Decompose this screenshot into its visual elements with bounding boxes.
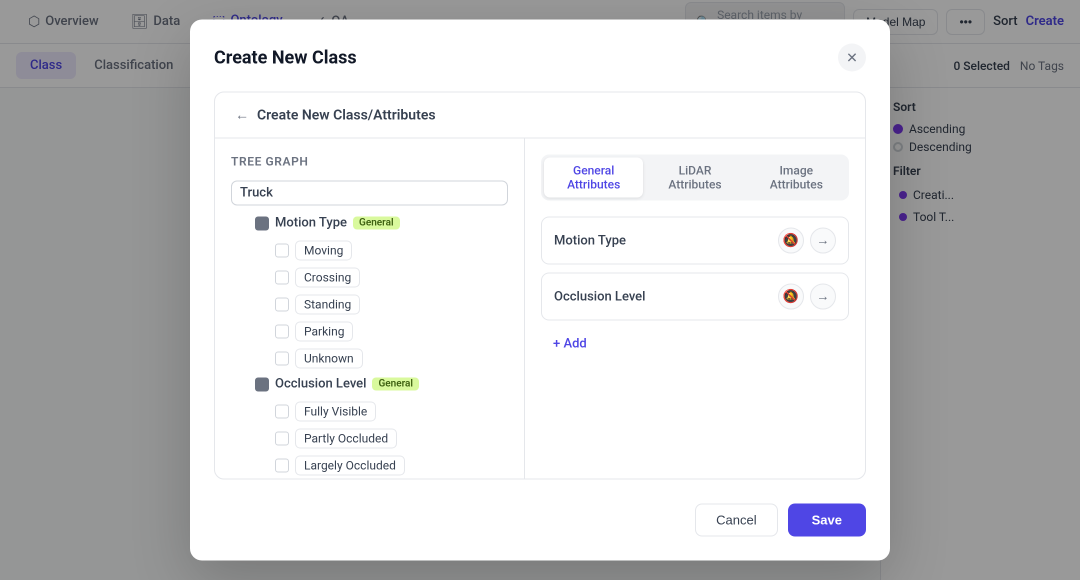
attr-occlusion-actions: 🔕 → <box>778 284 836 310</box>
arrow-right-icon: → <box>817 233 830 249</box>
attr-motion-type-actions: 🔕 → <box>778 228 836 254</box>
close-dialog-button[interactable]: ✕ <box>838 44 866 72</box>
attr-motion-type-arrow-button[interactable]: → <box>810 228 836 254</box>
create-new-class-dialog: Create New Class ✕ ← Create New Class/At… <box>190 20 890 561</box>
tab-image-attributes[interactable]: Image Attributes <box>747 158 846 198</box>
partly-occluded-checkbox[interactable] <box>275 432 289 446</box>
cancel-button[interactable]: Cancel <box>695 504 777 537</box>
tree-group-occlusion: Occlusion Level General Fully Visible Pa… <box>249 373 508 479</box>
attribute-row-occlusion-level: Occlusion Level 🔕 → <box>541 273 849 321</box>
crossing-label: Crossing <box>295 268 360 288</box>
dialog-footer: Cancel Save <box>214 496 866 537</box>
occlusion-badge: General <box>372 378 419 391</box>
inner-dialog-title: Create New Class/Attributes <box>257 107 436 123</box>
attribute-tabs: General Attributes LiDAR Attributes Imag… <box>541 155 849 201</box>
largely-occluded-checkbox[interactable] <box>275 459 289 473</box>
fully-visible-checkbox[interactable] <box>275 405 289 419</box>
motion-type-badge: General <box>353 217 400 230</box>
tree-group-motion-type-header: Motion Type General <box>249 212 508 235</box>
tree-group-motion-type: Motion Type General Moving Crossing Stan… <box>249 212 508 372</box>
root-node-text: Truck <box>240 186 273 201</box>
dialog-header: Create New Class ✕ <box>214 44 866 72</box>
add-attribute-label: + Add <box>553 337 587 352</box>
standing-checkbox[interactable] <box>275 298 289 312</box>
occlusion-checkbox[interactable] <box>255 377 269 391</box>
attribute-row-motion-type: Motion Type 🔕 → <box>541 217 849 265</box>
tree-root-node: Truck <box>231 181 508 206</box>
tree-panel: Tree Graph Truck Motion Type General <box>215 139 525 479</box>
attr-occlusion-mute-button[interactable]: 🔕 <box>778 284 804 310</box>
tree-item-crossing[interactable]: Crossing <box>269 265 508 291</box>
tree-group-occlusion-header: Occlusion Level General <box>249 373 508 396</box>
motion-type-group-label: Motion Type <box>275 216 347 231</box>
occlusion-group-label: Occlusion Level <box>275 377 366 392</box>
dialog-title: Create New Class <box>214 47 357 68</box>
largely-occluded-label: Largely Occluded <box>295 456 405 476</box>
tree-item-largely-occluded[interactable]: Largely Occluded <box>269 453 508 479</box>
save-button[interactable]: Save <box>788 504 866 537</box>
inner-dialog-header: ← Create New Class/Attributes <box>215 93 865 139</box>
tree-item-parking[interactable]: Parking <box>269 319 508 345</box>
tab-lidar-attributes[interactable]: LiDAR Attributes <box>645 158 744 198</box>
moving-label: Moving <box>295 241 352 261</box>
attr-occlusion-arrow-button[interactable]: → <box>810 284 836 310</box>
tree-panel-title: Tree Graph <box>231 155 508 169</box>
unknown-motion-checkbox[interactable] <box>275 352 289 366</box>
tree-item-standing[interactable]: Standing <box>269 292 508 318</box>
attr-motion-type-label: Motion Type <box>554 233 626 248</box>
tree-item-moving[interactable]: Moving <box>269 238 508 264</box>
attributes-panel: General Attributes LiDAR Attributes Imag… <box>525 139 865 479</box>
tree-item-fully-visible[interactable]: Fully Visible <box>269 399 508 425</box>
arrow-right-icon-2: → <box>817 289 830 305</box>
tree-item-unknown-motion[interactable]: Unknown <box>269 346 508 372</box>
tree-item-partly-occluded[interactable]: Partly Occluded <box>269 426 508 452</box>
attr-motion-type-mute-button[interactable]: 🔕 <box>778 228 804 254</box>
attr-occlusion-label: Occlusion Level <box>554 289 645 304</box>
standing-label: Standing <box>295 295 360 315</box>
fully-visible-label: Fully Visible <box>295 402 376 422</box>
moving-checkbox[interactable] <box>275 244 289 258</box>
unknown-motion-label: Unknown <box>295 349 363 369</box>
partly-occluded-label: Partly Occluded <box>295 429 397 449</box>
back-button[interactable]: ← <box>235 107 249 124</box>
add-attribute-row[interactable]: + Add <box>541 329 849 360</box>
crossing-checkbox[interactable] <box>275 271 289 285</box>
tree-root-label[interactable]: Truck <box>231 181 508 206</box>
mute-icon-2: 🔕 <box>783 289 799 304</box>
inner-dialog: ← Create New Class/Attributes Tree Graph… <box>214 92 866 480</box>
tab-general-attributes[interactable]: General Attributes <box>544 158 643 198</box>
inner-dialog-body: Tree Graph Truck Motion Type General <box>215 139 865 479</box>
parking-checkbox[interactable] <box>275 325 289 339</box>
mute-icon: 🔕 <box>783 233 799 248</box>
motion-type-checkbox[interactable] <box>255 216 269 230</box>
parking-label: Parking <box>295 322 353 342</box>
